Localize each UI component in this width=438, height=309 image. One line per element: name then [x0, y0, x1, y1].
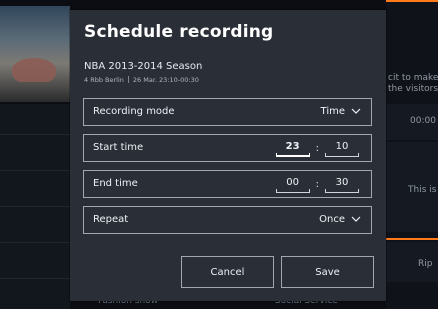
divider	[0, 242, 70, 243]
chevron-down-icon	[351, 108, 361, 114]
program-title: NBA 2013-2014 Season	[84, 61, 203, 72]
divider	[0, 206, 70, 207]
accent-bar	[386, 0, 438, 2]
start-hours-value: 23	[285, 141, 300, 152]
repeat-value-group: Once	[319, 214, 361, 225]
background-time: 00:00	[410, 116, 436, 126]
start-time-field[interactable]: Start time 23 : 10	[83, 134, 372, 162]
repeat-selector[interactable]: Repeat Once	[83, 206, 372, 234]
end-time-inputs: 00 : 30	[275, 177, 359, 193]
end-time-label: End time	[93, 178, 138, 189]
input-underline	[275, 153, 310, 157]
background-text: This is	[408, 185, 437, 195]
background-text: Rip	[418, 259, 433, 269]
program-thumbnail	[0, 6, 70, 102]
left-panel	[0, 104, 70, 309]
cancel-button[interactable]: Cancel	[181, 256, 274, 288]
time-separator: :	[315, 143, 319, 154]
schedule-recording-dialog: Schedule recording NBA 2013-2014 Season …	[70, 10, 386, 301]
recording-mode-label: Recording mode	[93, 106, 175, 117]
repeat-label: Repeat	[93, 214, 129, 225]
start-hours-input[interactable]: 23	[275, 141, 310, 157]
repeat-value: Once	[319, 214, 345, 225]
background-text: the visitors a	[388, 84, 438, 94]
air-time: 26 Mar. 23:10-00:30	[132, 76, 199, 84]
end-minutes-value: 30	[335, 177, 349, 188]
start-minutes-input[interactable]: 10	[325, 141, 359, 157]
recording-mode-selector[interactable]: Recording mode Time	[83, 98, 372, 126]
divider	[0, 170, 70, 171]
end-time-field[interactable]: End time 00 : 30	[83, 170, 372, 198]
start-minutes-value: 10	[335, 141, 349, 152]
input-underline	[275, 189, 310, 193]
end-minutes-input[interactable]: 30	[325, 177, 359, 193]
start-time-label: Start time	[93, 142, 144, 153]
background-text: cit to make it	[388, 73, 438, 83]
input-underline	[325, 153, 359, 157]
end-hours-input[interactable]: 00	[275, 177, 310, 193]
time-separator: :	[315, 179, 319, 190]
dialog-title: Schedule recording	[84, 22, 274, 42]
input-underline	[325, 189, 359, 193]
channel-name: 4 Rbb Berlin	[84, 76, 124, 84]
divider	[0, 278, 70, 279]
chevron-down-icon	[351, 216, 361, 222]
program-meta: 4 Rbb Berlin 26 Mar. 23:10-00:30	[84, 76, 199, 84]
recording-mode-value: Time	[320, 106, 345, 117]
divider	[0, 134, 70, 135]
accent-bar	[386, 238, 438, 240]
save-button[interactable]: Save	[281, 256, 374, 288]
end-hours-value: 00	[286, 177, 299, 188]
recording-mode-value-group: Time	[321, 106, 361, 117]
tv-guide-screen: cit to make it the visitors a 00:00 This…	[0, 0, 438, 309]
start-time-inputs: 23 : 10	[275, 141, 359, 157]
meta-separator	[127, 76, 129, 83]
